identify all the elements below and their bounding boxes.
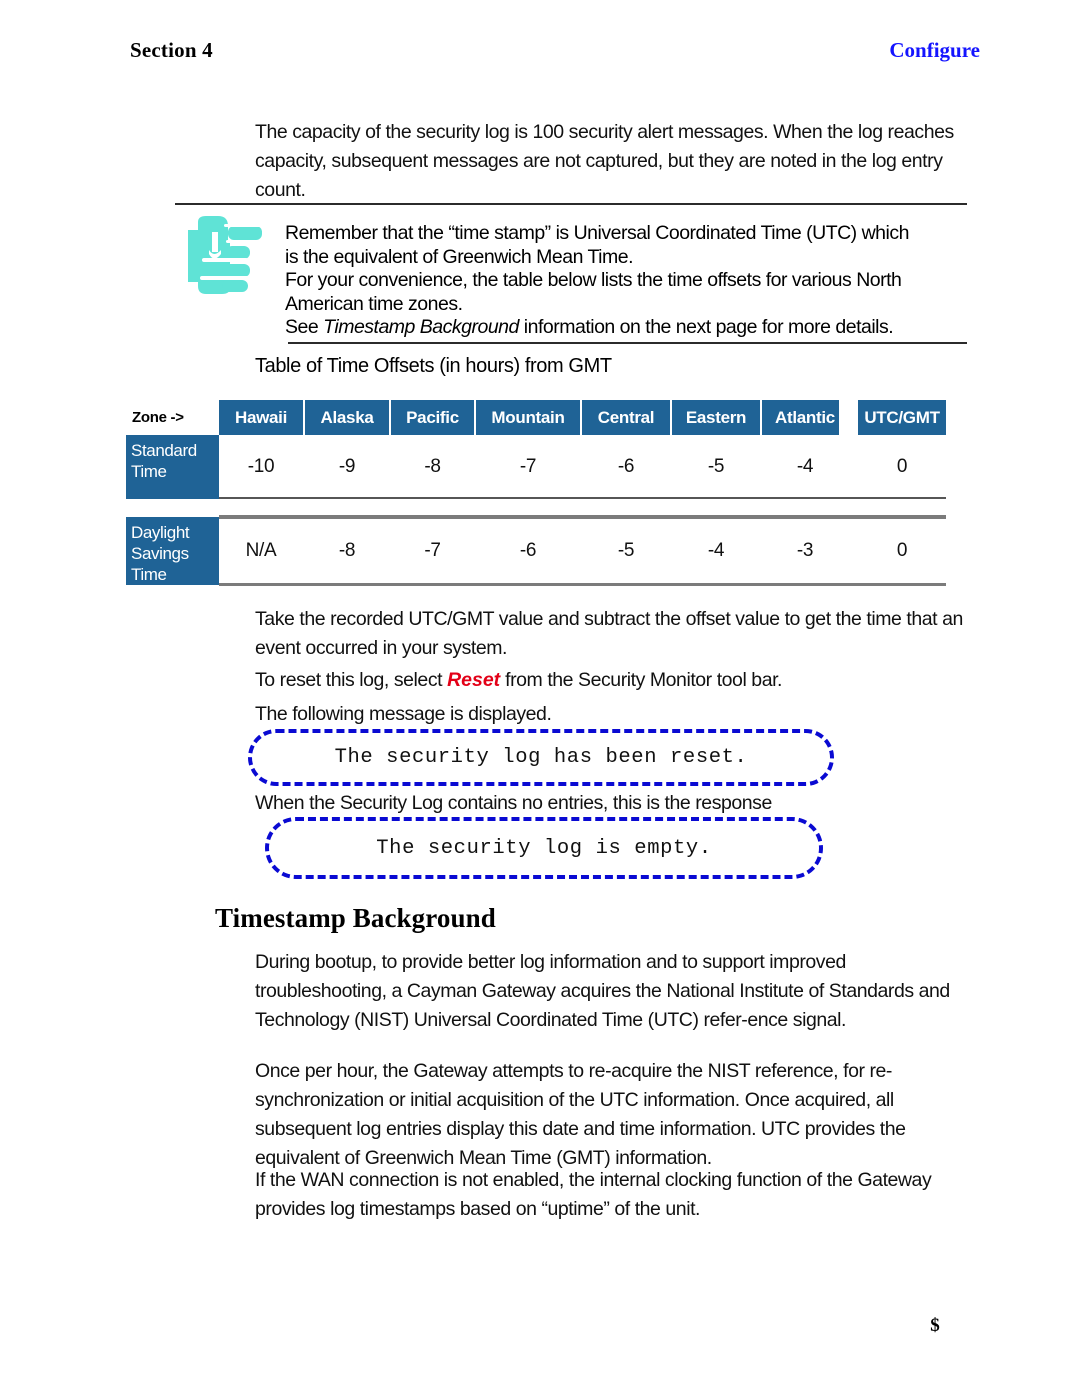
running-head: Section 4 Configure <box>130 38 980 72</box>
table-header-alaska: Alaska <box>320 407 374 427</box>
table-header-utcgmt: UTC/GMT <box>864 407 940 427</box>
row-label-line-2: Savings <box>131 544 189 563</box>
reset-block: To reset this log, select Reset from the… <box>255 666 965 695</box>
time-offsets-table: Zone -> Hawaii Alaska Pacific Mountain C… <box>126 400 946 586</box>
intro-paragraph: The capacity of the security log is 100 … <box>255 121 954 201</box>
once-paragraph: Once per hour, the Gateway attempts to r… <box>255 1060 906 1169</box>
note-line-1: Remember that the “time stamp” is Univer… <box>285 222 909 244</box>
once-block: Once per hour, the Gateway attempts to r… <box>255 1057 965 1173</box>
cell-standard-central: -6 <box>617 456 635 477</box>
reset-prefix: To reset this log, select <box>255 669 448 691</box>
row-underline-daylight <box>219 583 946 586</box>
table-corner-label: Zone -> <box>126 400 219 435</box>
table-header-mountain: Mountain <box>491 407 565 427</box>
reset-suffix: from the Security Monitor tool bar. <box>500 669 783 691</box>
cell-standard-alaska: -9 <box>338 456 356 477</box>
cell-daylight-central: -5 <box>617 540 635 561</box>
row-label-line-1: Daylight <box>131 523 190 542</box>
row-values-daylight: N/A -8 -7 -6 -5 -4 -3 0 <box>219 517 946 585</box>
cell-daylight-atlantic: -3 <box>796 540 814 561</box>
if-wan-paragraph: If the WAN connection is not enabled, th… <box>255 1169 932 1220</box>
cell-standard-pacific: -8 <box>424 456 441 477</box>
document-page: Section 4 Configure The capacity of the … <box>0 0 1080 1397</box>
row-label-daylight-savings-time: Daylight Savings Time <box>126 517 219 585</box>
header-divider-1 <box>303 400 305 435</box>
header-divider-6 <box>760 400 762 435</box>
table-header-atlantic: Atlantic <box>775 407 835 427</box>
when-empty-block: When the Security Log contains no entrie… <box>255 789 965 818</box>
table-header-central: Central <box>597 407 655 427</box>
table-row: Standard Time -10 -9 -8 -7 -6 -5 -4 0 <box>126 435 946 499</box>
page-number: $ <box>930 1315 940 1336</box>
following-block: The following message is displayed. <box>255 700 965 729</box>
note-rule-top <box>175 203 967 205</box>
note-rule-bottom <box>288 342 967 344</box>
intro-block: The capacity of the security log is 100 … <box>255 118 965 205</box>
note-line-3: For your convenience, the table below li… <box>285 269 902 291</box>
following-paragraph: The following message is displayed. <box>255 703 552 725</box>
table-row: Daylight Savings Time N/A -8 -7 -6 -5 -4… <box>126 517 946 585</box>
cell-standard-atlantic: -4 <box>796 456 814 477</box>
section-label: Section 4 <box>130 38 213 62</box>
if-wan-block: If the WAN connection is not enabled, th… <box>255 1166 965 1224</box>
table-header-pacific: Pacific <box>406 407 459 427</box>
header-divider-3 <box>474 400 476 435</box>
reset-paragraph: To reset this log, select Reset from the… <box>255 666 965 695</box>
row-label-line-2: Time <box>131 462 167 481</box>
cell-standard-utcgmt: 0 <box>896 456 908 477</box>
note-line-2: is the equivalent of Greenwich Mean Time… <box>285 245 634 268</box>
cell-daylight-eastern: -4 <box>707 540 725 561</box>
during-paragraph: During bootup, to provide better log inf… <box>255 951 950 1031</box>
message-box-empty: The security log is empty. <box>265 817 823 879</box>
cell-daylight-hawaii: N/A <box>245 540 277 561</box>
reset-command: Reset <box>447 669 501 691</box>
cell-standard-mountain: -7 <box>519 456 537 477</box>
row-label-standard-time: Standard Time <box>126 435 219 499</box>
row-values-standard: -10 -9 -8 -7 -6 -5 -4 0 <box>219 435 946 499</box>
message-box-reset: The security log has been reset. <box>248 729 834 786</box>
pointing-hand-icon <box>178 212 266 298</box>
page-title: Timestamp Background <box>215 903 496 933</box>
cell-daylight-alaska: -8 <box>338 540 356 561</box>
take-block: Take the recorded UTC/GMT value and subt… <box>255 605 965 663</box>
table-header-hawaii: Hawaii <box>234 407 288 427</box>
table-caption: Table of Time Offsets (in hours) from GM… <box>255 355 612 377</box>
during-block: During bootup, to provide better log inf… <box>255 948 965 1035</box>
note-cross-reference: Timestamp Background <box>323 316 519 338</box>
note-see-suffix: information on the next page for more de… <box>518 316 894 338</box>
table-header-eastern: Eastern <box>685 407 747 427</box>
note-line-4: American time zones. <box>285 292 463 315</box>
row-label-line-1: Standard <box>131 441 197 460</box>
cell-standard-hawaii: -10 <box>247 456 275 477</box>
note-text: Remember that the “time stamp” is Univer… <box>285 222 965 340</box>
table-header-row: Zone -> Hawaii Alaska Pacific Mountain C… <box>126 400 946 435</box>
message-box-empty-text: The security log is empty. <box>376 836 712 860</box>
cell-daylight-pacific: -7 <box>424 540 441 561</box>
cell-standard-eastern: -5 <box>707 456 725 477</box>
message-box-reset-text: The security log has been reset. <box>334 746 748 769</box>
cell-daylight-mountain: -6 <box>519 540 537 561</box>
note-see-prefix: See <box>285 316 324 338</box>
note-line-5: See Timestamp Background information on … <box>285 316 965 340</box>
header-divider-5 <box>670 400 672 435</box>
when-empty-paragraph: When the Security Log contains no entrie… <box>255 792 772 814</box>
row-label-line-3: Time <box>131 565 167 584</box>
take-paragraph: Take the recorded UTC/GMT value and subt… <box>255 608 963 659</box>
header-divider-2 <box>389 400 391 435</box>
cell-daylight-utcgmt: 0 <box>896 540 908 561</box>
row-underline-standard <box>219 497 946 499</box>
chapter-title: Configure <box>889 38 980 62</box>
header-divider-4 <box>580 400 582 435</box>
